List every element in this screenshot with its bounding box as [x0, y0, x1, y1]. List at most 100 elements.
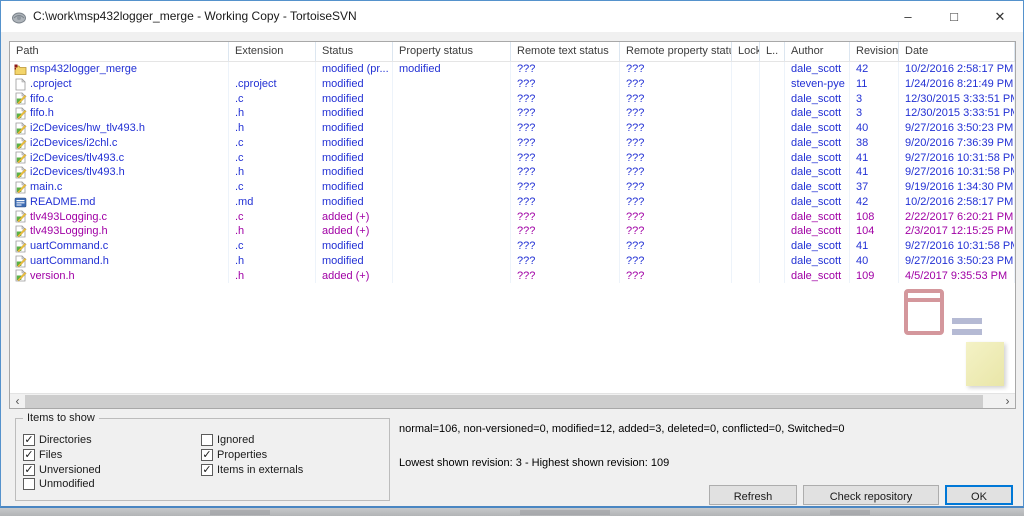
cell-date: 12/30/2015 3:33:51 PM: [899, 91, 1015, 107]
column-header-extension[interactable]: Extension: [229, 42, 316, 61]
cell-remote_property_status: ???: [620, 62, 732, 77]
items-to-show-column-1: ✓ Directories ✓ Files ✓ Unversioned Unmodified: [23, 433, 101, 492]
table-row[interactable]: .cproject .cproject modified?????? steven-p…: [10, 76, 1015, 92]
close-button[interactable]: ✕: [977, 1, 1023, 32]
checked-checkbox-icon[interactable]: ✓: [23, 463, 35, 476]
cell-date: 9/20/2016 7:36:39 PM: [899, 135, 1015, 151]
cell-remote_property_status: ???: [620, 268, 732, 284]
table-row[interactable]: i2cDevices/tlv493.c .c modified?????? dale_…: [10, 150, 1015, 166]
checkbox-items-in-externals[interactable]: ✓ Items in externals: [201, 462, 303, 477]
cell-revision: 41: [850, 165, 899, 180]
table-row[interactable]: main.c .c modified?????? dale_scott 37 9/19/2…: [10, 180, 1015, 195]
cell-remote_property_status: ???: [620, 209, 732, 225]
cell-revision: 42: [850, 194, 899, 210]
cell-remote_text_status: ???: [511, 165, 620, 180]
checkbox-directories[interactable]: ✓ Directories: [23, 433, 101, 448]
table-row[interactable]: tlv493Logging.h .h added (+)?????? dale_sco…: [10, 224, 1015, 239]
cell-property_status: [393, 239, 511, 254]
file-code-icon: [15, 122, 27, 135]
cell-lock: [732, 76, 760, 92]
cell-lock: [732, 224, 760, 239]
file-path-text: i2cDevices/i2chl.c: [30, 136, 118, 149]
file-path-text: i2cDevices/tlv493.h: [30, 166, 125, 179]
cell-date: 9/27/2016 10:31:58 PM: [899, 165, 1015, 180]
column-header-author[interactable]: Author: [785, 42, 850, 61]
cell-status: modified: [316, 106, 393, 121]
horizontal-scrollbar[interactable]: ‹ ›: [10, 393, 1015, 408]
minimize-button[interactable]: –: [885, 1, 931, 32]
unchecked-checkbox-icon[interactable]: [23, 478, 35, 491]
ok-button[interactable]: OK: [945, 485, 1013, 505]
cell-remote_text_status: ???: [511, 91, 620, 107]
cell-l: [760, 239, 785, 254]
checkbox-properties[interactable]: ✓ Properties: [201, 448, 303, 463]
cell-remote_text_status: ???: [511, 239, 620, 254]
cell-author: steven-pye: [785, 76, 850, 92]
cell-path: .cproject: [10, 76, 229, 92]
cell-lock: [732, 135, 760, 151]
column-header-status[interactable]: Status: [316, 42, 393, 61]
scroll-left-icon[interactable]: ‹: [10, 394, 25, 408]
table-row[interactable]: msp432logger_merge modified (pr... modifie…: [10, 62, 1015, 77]
table-row[interactable]: i2cDevices/tlv493.h .h modified?????? dale_…: [10, 165, 1015, 180]
table-row[interactable]: uartCommand.c .c modified?????? dale_scott 4…: [10, 239, 1015, 254]
checkbox-unmodified[interactable]: Unmodified: [23, 477, 101, 492]
cell-extension: .h: [229, 253, 316, 269]
table-row[interactable]: i2cDevices/i2chl.c .c modified?????? dale_s…: [10, 135, 1015, 151]
cell-remote_property_status: ???: [620, 106, 732, 121]
column-header-date[interactable]: Date: [899, 42, 1015, 61]
column-header-remote-text-status[interactable]: Remote text status: [511, 42, 620, 61]
cell-status: added (+): [316, 268, 393, 284]
cell-extension: .c: [229, 180, 316, 195]
cell-extension: .md: [229, 194, 316, 210]
column-header-path[interactable]: Path: [10, 42, 229, 61]
desktop-artifact: [520, 510, 610, 515]
column-header-l-[interactable]: L..: [760, 42, 785, 61]
column-header-remote-property-status[interactable]: Remote property status: [620, 42, 732, 61]
checked-checkbox-icon[interactable]: ✓: [23, 449, 35, 462]
cell-l: [760, 106, 785, 121]
checkbox-unversioned[interactable]: ✓ Unversioned: [23, 462, 101, 477]
table-row[interactable]: tlv493Logging.c .c added (+)?????? dale_sco…: [10, 209, 1015, 225]
table-row[interactable]: version.h .h added (+)?????? dale_scott 109 4…: [10, 268, 1015, 284]
table-row[interactable]: i2cDevices/hw_tlv493.h .h modified?????? da…: [10, 121, 1015, 136]
cell-remote_property_status: ???: [620, 194, 732, 210]
unchecked-checkbox-icon[interactable]: [201, 434, 213, 447]
cell-date: 9/19/2016 1:34:30 PM: [899, 180, 1015, 195]
table-row[interactable]: fifo.c .c modified?????? dale_scott 3 12/30/2…: [10, 91, 1015, 107]
revision-range: Lowest shown revision: 3 - Highest shown…: [399, 457, 670, 469]
cell-lock: [732, 150, 760, 166]
cell-revision: 41: [850, 150, 899, 166]
file-path-text: i2cDevices/hw_tlv493.h: [30, 122, 145, 135]
checked-checkbox-icon[interactable]: ✓: [201, 449, 213, 462]
check-repository-button[interactable]: Check repository: [803, 485, 939, 505]
cell-author: dale_scott: [785, 268, 850, 284]
table-row[interactable]: fifo.h .h modified?????? dale_scott 3 12/30/2…: [10, 106, 1015, 121]
cell-l: [760, 180, 785, 195]
cell-lock: [732, 165, 760, 180]
titlebar[interactable]: C:\work\msp432logger_merge - Working Cop…: [1, 1, 1023, 32]
column-header-property-status[interactable]: Property status: [393, 42, 511, 61]
checked-checkbox-icon[interactable]: ✓: [201, 463, 213, 476]
checked-checkbox-icon[interactable]: ✓: [23, 434, 35, 447]
cell-property_status: [393, 106, 511, 121]
file-plain-icon: [15, 77, 26, 91]
table-row[interactable]: uartCommand.h .h modified?????? dale_scott 4…: [10, 253, 1015, 269]
column-header-revision[interactable]: Revision: [850, 42, 899, 61]
cell-remote_text_status: ???: [511, 135, 620, 151]
table-row[interactable]: README.md .md modified?????? dale_scott 42 10…: [10, 194, 1015, 210]
cell-status: modified: [316, 194, 393, 210]
maximize-button[interactable]: □: [931, 1, 977, 32]
cell-remote_text_status: ???: [511, 253, 620, 269]
file-code-icon: [15, 92, 27, 105]
checkbox-files[interactable]: ✓ Files: [23, 448, 101, 463]
cell-remote_property_status: ???: [620, 121, 732, 136]
cell-revision: 3: [850, 91, 899, 107]
checkbox-ignored[interactable]: Ignored: [201, 433, 303, 448]
scrollbar-thumb[interactable]: [25, 395, 983, 408]
scroll-right-icon[interactable]: ›: [1000, 394, 1015, 408]
column-header-lock[interactable]: Lock: [732, 42, 760, 61]
refresh-button[interactable]: Refresh: [709, 485, 797, 505]
cell-date: 2/22/2017 6:20:21 PM: [899, 209, 1015, 225]
file-path-text: uartCommand.c: [30, 240, 109, 253]
